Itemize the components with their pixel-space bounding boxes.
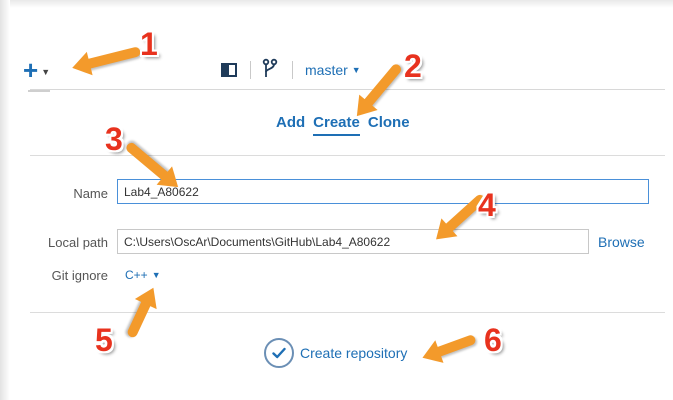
- section-divider: [30, 312, 665, 313]
- annotation-number-1: 1: [140, 26, 158, 62]
- local-path-label: Local path: [48, 235, 108, 250]
- tab-add[interactable]: Add: [276, 114, 305, 136]
- annotation-number-3: 3: [105, 121, 123, 157]
- chevron-down-icon: ▼: [351, 65, 361, 75]
- toolbar-separator: [292, 61, 293, 79]
- annotation-number-5: 5: [95, 322, 113, 358]
- annotation-number-4: 4: [478, 187, 496, 223]
- window-left-border: [0, 0, 10, 400]
- add-menu-button[interactable]: + ▼: [23, 55, 51, 85]
- branch-icon: [262, 58, 278, 77]
- browse-button[interactable]: Browse: [598, 234, 645, 250]
- window-top-border: [0, 0, 673, 8]
- tab-clone[interactable]: Clone: [368, 114, 410, 136]
- local-path-field[interactable]: [117, 229, 589, 254]
- branch-selector[interactable]: master ▼: [305, 62, 361, 78]
- git-ignore-value: C++: [125, 268, 148, 282]
- toggle-panel-icon[interactable]: [221, 63, 237, 77]
- create-repository-label: Create repository: [300, 345, 408, 361]
- check-circle-icon: [264, 338, 294, 368]
- git-ignore-dropdown[interactable]: C++ ▼: [125, 268, 161, 282]
- name-field[interactable]: [117, 179, 649, 204]
- tab-create[interactable]: Create: [313, 114, 360, 136]
- mode-tabs: Add Create Clone: [276, 114, 410, 136]
- chevron-down-icon: ▼: [151, 270, 161, 280]
- section-divider: [30, 155, 665, 156]
- toolbar-divider: [30, 89, 665, 90]
- git-ignore-label: Git ignore: [51, 268, 108, 283]
- create-repository-button[interactable]: Create repository: [264, 338, 407, 368]
- checkmark-icon: [272, 347, 286, 359]
- plus-icon: +: [23, 55, 39, 85]
- chevron-down-icon: ▼: [41, 67, 51, 77]
- name-label: Name: [73, 186, 108, 201]
- create-repository-panel: + ▼ master ▼ Add Create Clone Name Local…: [0, 0, 673, 400]
- annotation-number-2: 2: [404, 48, 422, 84]
- annotation-number-6: 6: [484, 322, 502, 358]
- toolbar-separator: [250, 61, 251, 79]
- branch-name: master: [305, 62, 348, 78]
